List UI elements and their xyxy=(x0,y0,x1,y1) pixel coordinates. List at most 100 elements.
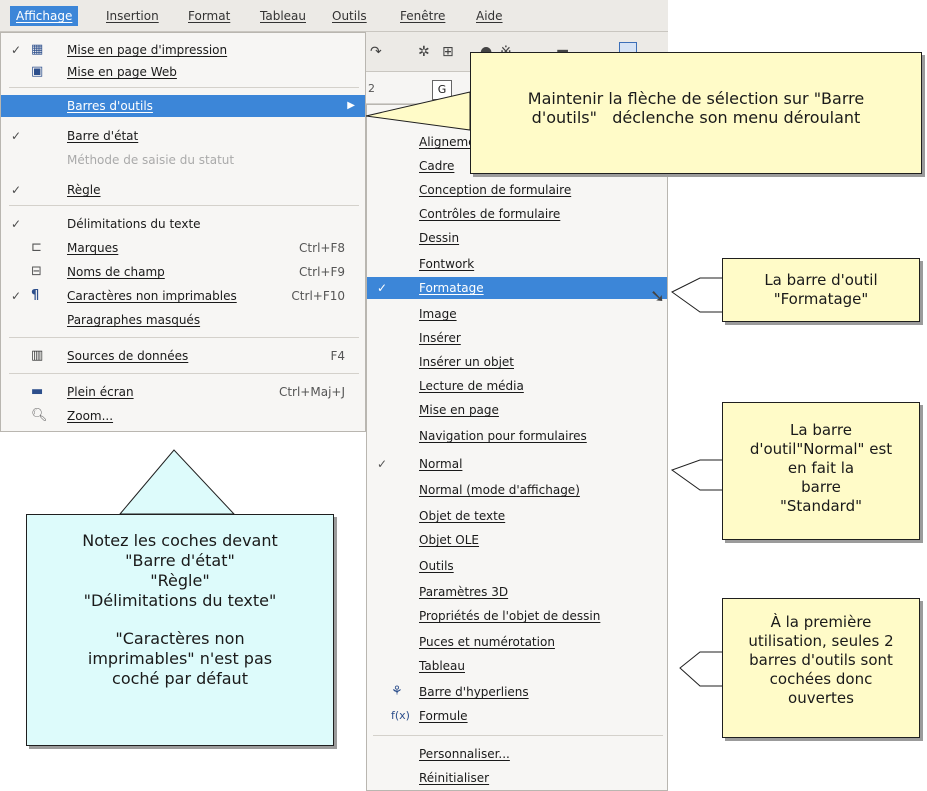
menu-item-full-screen[interactable]: ▬ Plein écran Ctrl+Maj+J xyxy=(1,381,365,403)
submenu-item-objet-texte[interactable]: Objet de texte xyxy=(367,505,667,527)
callout-toolbar-hover: Maintenir la flèche de sélection sur "Ba… xyxy=(470,52,922,174)
submenu-item-dessin[interactable]: Dessin xyxy=(367,227,667,249)
check-mark-icon: ✓ xyxy=(11,43,22,57)
submenu-item-reinitialiser[interactable]: Réinitialiser xyxy=(367,767,667,789)
submenu-item-proprietes-objet-dessin[interactable]: Propriétés de l'objet de dessin xyxy=(367,605,667,627)
submenu-item-label: Fontwork xyxy=(419,257,475,271)
submenu-item-label: Normal (mode d'affichage) xyxy=(419,483,580,497)
submenu-item-navigation-formulaires[interactable]: Navigation pour formulaires xyxy=(367,425,667,447)
callout-line: "Règle" xyxy=(150,571,210,590)
callout-line: La barre xyxy=(790,421,852,439)
check-mark-icon: ✓ xyxy=(11,183,22,197)
menu-item-label: Marques xyxy=(67,241,119,255)
full-screen-icon: ▬ xyxy=(31,384,44,399)
hyperlink-bar-icon: ⚘ xyxy=(391,684,403,699)
menu-item-label: Mise en page Web xyxy=(67,65,177,79)
submenu-item-label: Contrôles de formulaire xyxy=(419,207,561,221)
menu-item-hidden-paragraphs[interactable]: Paragraphes masqués xyxy=(1,309,365,331)
submenu-item-label: Insérer xyxy=(419,331,461,345)
menu-item-label: Délimitations du texte xyxy=(67,217,201,231)
submenu-item-label: Propriétés de l'objet de dessin xyxy=(419,609,601,623)
menu-separator xyxy=(9,205,359,206)
submenu-item-normal[interactable]: ✓ Normal xyxy=(367,453,667,475)
submenu-item-outils[interactable]: Outils xyxy=(367,555,667,577)
menu-item-input-method: Méthode de saisie du statut xyxy=(1,149,365,171)
menu-affichage[interactable]: Affichage xyxy=(10,6,79,26)
submenu-item-barre-hyperliens[interactable]: ⚘ Barre d'hyperliens xyxy=(367,681,667,703)
menu-item-status-bar[interactable]: ✓ Barre d'état xyxy=(1,125,365,147)
menu-tableau[interactable]: Tableau xyxy=(254,6,312,26)
navigator-icon[interactable]: ✲ xyxy=(418,44,430,60)
menu-item-label: Paragraphes masqués xyxy=(67,313,201,327)
check-mark-icon: ✓ xyxy=(377,457,388,471)
menu-item-print-layout[interactable]: ✓ ▦ Mise en page d'impression xyxy=(1,39,365,61)
data-sources-icon: ▥ xyxy=(31,348,44,363)
submenu-item-label: Objet de texte xyxy=(419,509,506,523)
menu-item-text-boundaries[interactable]: ✓ Délimitations du texte xyxy=(1,213,365,235)
submenu-item-fontwork[interactable]: Fontwork xyxy=(367,253,667,275)
redo-icon[interactable]: ↷ xyxy=(370,44,382,60)
submenu-item-image[interactable]: Image xyxy=(367,303,667,325)
callout-line: À la première xyxy=(770,613,872,631)
menu-item-label: Barres d'outils xyxy=(67,99,153,113)
submenu-item-personnaliser[interactable]: Personnaliser... xyxy=(367,743,667,765)
web-layout-icon: ▣ xyxy=(31,64,44,79)
callout-normal-standard: La barre d'outil"Normal" est en fait la … xyxy=(722,402,920,540)
callout-line: utilisation, seules 2 xyxy=(748,632,894,650)
menu-item-label: Caractères non imprimables xyxy=(67,289,237,303)
callout-line: d'outils" déclenche son menu déroulant xyxy=(531,108,861,127)
menu-item-ruler[interactable]: ✓ Règle xyxy=(1,179,365,201)
callout-line: cochées donc xyxy=(769,670,873,688)
callout-line: Notez les coches devant xyxy=(82,531,278,550)
submenu-item-label: Cadre xyxy=(419,159,455,173)
print-layout-icon: ▦ xyxy=(31,42,44,57)
submenu-item-parametres-3d[interactable]: Paramètres 3D xyxy=(367,581,667,603)
menu-bar: Affichage Insertion Format Tableau Outil… xyxy=(0,0,668,32)
menu-item-toolbars[interactable]: Barres d'outils ▶ xyxy=(1,95,365,117)
mouse-pointer-icon: ➘ xyxy=(650,286,666,307)
submenu-item-label: Dessin xyxy=(419,231,460,245)
menu-insertion[interactable]: Insertion xyxy=(100,6,165,26)
submenu-item-label: Lecture de média xyxy=(419,379,524,393)
submenu-item-label: Tableau xyxy=(419,659,465,673)
menu-item-web-layout[interactable]: ▣ Mise en page Web xyxy=(1,61,365,83)
callout-line: "Caractères non xyxy=(115,629,245,648)
submenu-item-mise-en-page[interactable]: Mise en page xyxy=(367,399,667,421)
menu-item-zoom[interactable]: 🔍︎ Zoom... xyxy=(1,405,365,427)
menu-item-shortcut: Ctrl+F9 xyxy=(299,265,345,279)
submenu-item-inserer-objet[interactable]: Insérer un objet xyxy=(367,351,667,373)
menu-fenetre[interactable]: Fenêtre xyxy=(394,6,451,26)
formula-icon: f(x) xyxy=(391,709,410,722)
menu-separator xyxy=(9,87,359,88)
menu-item-field-shading[interactable]: ⊏ Marques Ctrl+F8 xyxy=(1,237,365,259)
menu-format[interactable]: Format xyxy=(182,6,236,26)
submenu-arrow-icon: ▶ xyxy=(347,100,355,111)
menu-item-data-sources[interactable]: ▥ Sources de données F4 xyxy=(1,345,365,367)
check-mark-icon: ✓ xyxy=(377,281,388,295)
submenu-item-lecture-media[interactable]: Lecture de média xyxy=(367,375,667,397)
menu-item-label: Zoom... xyxy=(67,409,114,423)
callout-line xyxy=(27,611,333,629)
menu-item-formatting-marks[interactable]: ✓ ¶ Caractères non imprimables Ctrl+F10 xyxy=(1,285,365,307)
submenu-item-controles-formulaire[interactable]: Contrôles de formulaire xyxy=(367,203,667,225)
menu-separator xyxy=(9,337,359,338)
submenu-item-objet-ole[interactable]: Objet OLE xyxy=(367,529,667,551)
submenu-item-tableau[interactable]: Tableau xyxy=(367,655,667,677)
zoom-icon: 🔍︎ xyxy=(31,408,48,423)
view-menu: ✓ ▦ Mise en page d'impression ▣ Mise en … xyxy=(0,32,366,432)
submenu-item-puces-numerotation[interactable]: Puces et numérotation xyxy=(367,631,667,653)
menu-item-field-names[interactable]: ⊟ Noms de champ Ctrl+F9 xyxy=(1,261,365,283)
submenu-item-formatage[interactable]: ✓ Formatage xyxy=(367,277,667,299)
table-icon[interactable]: ⊞ xyxy=(442,44,454,60)
menu-item-shortcut: Ctrl+F10 xyxy=(291,289,345,303)
menu-aide[interactable]: Aide xyxy=(470,6,509,26)
submenu-item-formule[interactable]: f(x) Formule xyxy=(367,705,667,727)
submenu-item-inserer[interactable]: Insérer xyxy=(367,327,667,349)
menu-outils[interactable]: Outils xyxy=(326,6,373,26)
ruler-tab-box[interactable]: G xyxy=(432,80,452,100)
submenu-item-normal-affichage[interactable]: Normal (mode d'affichage) xyxy=(367,479,667,501)
submenu-item-conception-formulaire[interactable]: Conception de formulaire xyxy=(367,179,667,201)
callout-line: barres d'outils sont xyxy=(749,651,893,669)
submenu-item-label: Insérer un objet xyxy=(419,355,514,369)
menu-item-label: Noms de champ xyxy=(67,265,165,279)
